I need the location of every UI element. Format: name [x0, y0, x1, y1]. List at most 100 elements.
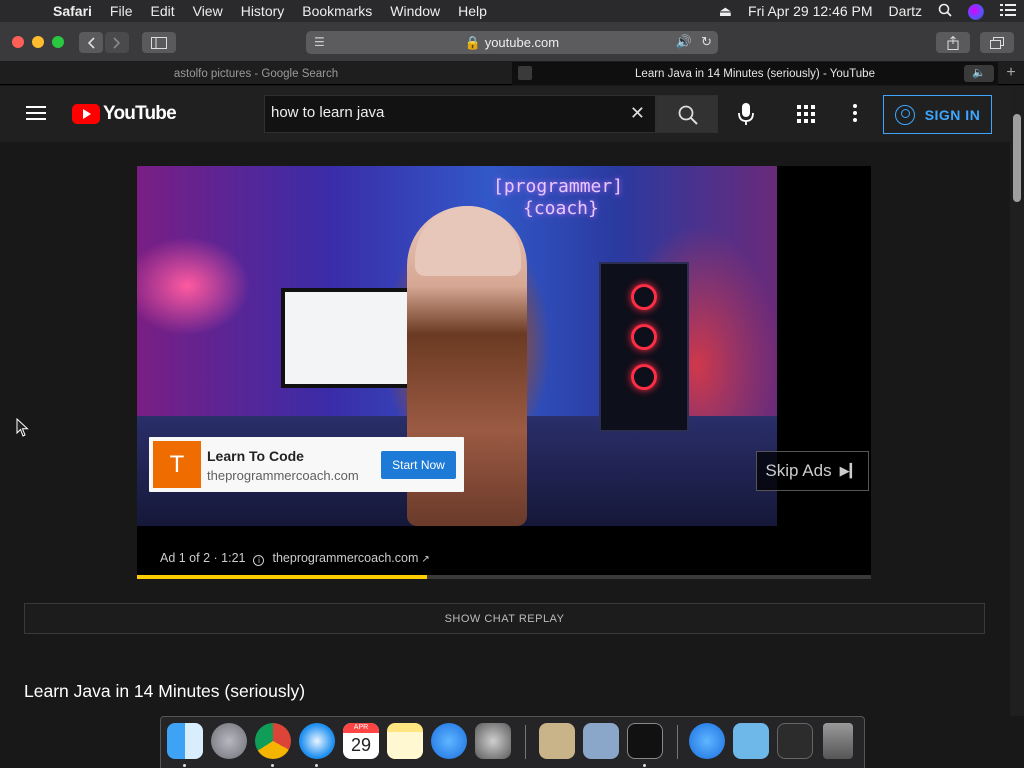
safari-toolbar: ☰ 🔒 youtube.com 🔊 ↻ [0, 22, 1024, 62]
youtube-logo[interactable]: YouTube [72, 103, 177, 124]
video-pc-case [599, 262, 689, 432]
menubar-user[interactable]: Dartz [881, 3, 930, 19]
minimized-window-icon[interactable] [777, 723, 813, 759]
close-window-button[interactable] [12, 36, 24, 48]
ad-title: Learn To Code [207, 448, 304, 464]
ad-link[interactable]: theprogrammercoach.com [272, 551, 418, 565]
zoom-window-button[interactable] [52, 36, 64, 48]
ad-domain: theprogrammercoach.com [207, 468, 359, 483]
skip-ads-button[interactable]: Skip Ads ▶▎ [756, 451, 869, 491]
audio-playing-icon[interactable]: 🔊 [676, 34, 692, 50]
show-chat-replay-button[interactable]: SHOW CHAT REPLAY [24, 603, 985, 634]
scrollbar[interactable] [1010, 86, 1024, 716]
launchpad-icon[interactable] [211, 723, 247, 759]
forward-button[interactable] [105, 32, 129, 53]
video-title: Learn Java in 14 Minutes (seriously) [24, 681, 306, 701]
address-bar[interactable]: ☰ 🔒 youtube.com 🔊 ↻ [306, 31, 718, 54]
calendar-month: APR [343, 723, 379, 733]
terminal-icon[interactable] [627, 723, 663, 759]
video-frame[interactable]: [programmer] {coach} T Learn To Code the… [137, 166, 777, 526]
mute-tab-icon[interactable]: 🔈 [964, 65, 994, 82]
info-icon[interactable]: i [253, 555, 265, 566]
youtube-header: YouTube ✕ SIGN IN [0, 86, 1010, 142]
tab-favicon-icon [518, 66, 532, 80]
video-monitor [281, 288, 421, 388]
tab-bar: astolfo pictures - Google Search Learn J… [0, 62, 1024, 85]
skip-ads-label: Skip Ads [765, 461, 832, 480]
archive-utility-icon[interactable] [539, 723, 575, 759]
siri-icon[interactable] [960, 2, 992, 20]
more-options-icon[interactable] [851, 104, 859, 124]
scrollbar-thumb[interactable] [1013, 114, 1021, 202]
search-button[interactable] [656, 95, 718, 133]
neon-sign-line2: {coach} [523, 198, 599, 219]
preview-icon[interactable] [583, 723, 619, 759]
finder-icon[interactable] [167, 723, 203, 759]
new-tab-button[interactable]: + [998, 62, 1024, 85]
search-input[interactable] [271, 104, 611, 121]
calendar-day: 29 [350, 735, 372, 755]
menu-window[interactable]: Window [381, 3, 449, 19]
ad-info: Ad 1 of 2 · 1:21 i theprogrammercoach.com ↗ [160, 551, 430, 566]
control-center-icon[interactable] [992, 3, 1024, 19]
menu-hamburger-icon[interactable] [26, 106, 46, 120]
ad-overlay-card[interactable]: T Learn To Code theprogrammercoach.com S… [149, 437, 464, 492]
menu-view[interactable]: View [184, 3, 232, 19]
share-icon[interactable] [936, 32, 970, 53]
menu-file[interactable]: File [101, 3, 142, 19]
calendar-icon[interactable]: APR 29 [343, 723, 379, 759]
system-preferences-icon[interactable] [475, 723, 511, 759]
neon-sign-line1: [programmer] [493, 176, 624, 197]
minimize-window-button[interactable] [32, 36, 44, 48]
trash-icon[interactable] [823, 723, 853, 759]
menu-history[interactable]: History [232, 3, 294, 19]
menu-bookmarks[interactable]: Bookmarks [293, 3, 381, 19]
downloads-appstore-icon[interactable] [689, 723, 725, 759]
menu-help[interactable]: Help [449, 3, 496, 19]
downloads-folder-icon[interactable] [733, 723, 769, 759]
search-box: ✕ [264, 95, 656, 133]
menu-bar: Safari File Edit View History Bookmarks … [0, 0, 1024, 22]
reload-icon[interactable]: ↻ [701, 34, 712, 50]
back-button[interactable] [79, 32, 103, 53]
tab-overview-icon[interactable] [980, 32, 1014, 53]
mouse-cursor-icon [16, 417, 30, 438]
ad-progress-bar[interactable] [137, 575, 871, 579]
external-link-icon: ↗ [421, 554, 430, 565]
apps-grid-icon[interactable] [797, 105, 815, 123]
skip-next-icon: ▶▎ [839, 463, 860, 478]
account-icon [894, 104, 915, 125]
tab-title: Learn Java in 14 Minutes (seriously) - Y… [635, 67, 875, 80]
youtube-page: YouTube ✕ SIGN IN [0, 86, 1010, 716]
video-player[interactable]: [programmer] {coach} T Learn To Code the… [137, 166, 871, 579]
sidebar-toggle-icon[interactable] [142, 32, 176, 53]
ad-counter: Ad 1 of 2 · 1:21 [160, 551, 246, 565]
screen: Safari File Edit View History Bookmarks … [0, 0, 1024, 768]
notes-icon[interactable] [387, 723, 423, 759]
tab-google-search[interactable]: astolfo pictures - Google Search [0, 62, 512, 85]
dock: APR 29 [160, 716, 865, 768]
app-store-icon[interactable] [431, 723, 467, 759]
voice-search-button[interactable] [732, 100, 760, 128]
advertiser-logo: T [153, 441, 201, 488]
menu-safari[interactable]: Safari [44, 3, 101, 19]
sign-in-label: SIGN IN [924, 106, 981, 123]
chrome-icon[interactable] [255, 723, 291, 759]
menu-edit[interactable]: Edit [141, 3, 183, 19]
tab-youtube[interactable]: Learn Java in 14 Minutes (seriously) - Y… [512, 62, 998, 85]
neon-sign: [programmer] {coach} [493, 176, 623, 220]
spotlight-icon[interactable] [930, 3, 960, 20]
ad-progress-fill [137, 575, 427, 579]
tab-title: astolfo pictures - Google Search [173, 67, 339, 80]
safari-icon[interactable] [299, 723, 335, 759]
microphone-icon [738, 103, 754, 125]
ad-cta-button[interactable]: Start Now [381, 451, 456, 479]
youtube-wordmark: YouTube [103, 103, 177, 124]
lock-icon: 🔒 [464, 35, 482, 50]
sign-in-button[interactable]: SIGN IN [883, 95, 992, 134]
menubar-clock[interactable]: Fri Apr 29 12:46 PM [740, 3, 881, 19]
eject-icon[interactable]: ⏏ [711, 3, 740, 20]
url-text: youtube.com [484, 35, 560, 50]
clear-search-icon[interactable]: ✕ [630, 103, 645, 124]
youtube-play-icon [72, 104, 100, 124]
